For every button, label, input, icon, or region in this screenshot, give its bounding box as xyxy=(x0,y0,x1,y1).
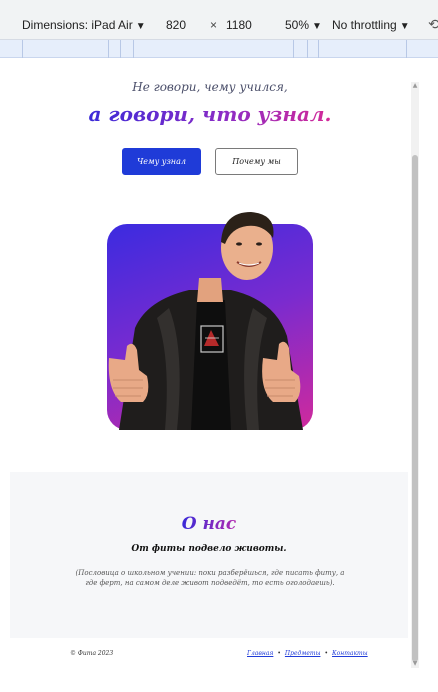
about-section: О нас От фиты подвело животы. (Пословица… xyxy=(10,472,408,638)
hero-title-text: а говори, что узнал. xyxy=(88,102,332,126)
emulated-viewport: Не говори, чему учился, а говори, что уз… xyxy=(0,58,438,692)
devtools-device-toolbar: Dimensions: iPad Air ▼ 820 × 1180 50% ▼ No… xyxy=(0,0,438,40)
scroll-down-icon[interactable]: ▼ xyxy=(411,660,419,668)
footer-separator: • xyxy=(324,650,328,657)
about-title: О нас xyxy=(10,514,408,534)
footer-link-subjects[interactable]: Предметы xyxy=(285,650,321,657)
throttling-label: No throttling xyxy=(332,18,397,32)
zoom-select[interactable]: 50% ▼ xyxy=(285,18,322,32)
scrollbar-thumb[interactable] xyxy=(412,155,418,662)
footer: © Фита 2023 Главная • Предметы • Контакт… xyxy=(0,648,420,668)
footer-link-contacts[interactable]: Контакты xyxy=(332,650,368,657)
about-subtitle: От фиты подвело животы. xyxy=(131,544,287,554)
ruler-tick xyxy=(133,40,134,58)
ruler-tick xyxy=(406,40,407,58)
media-query-ruler[interactable] xyxy=(0,40,438,58)
ruler-tick xyxy=(22,40,23,58)
hero-subtitle: Не говори, чему учился, xyxy=(132,80,288,94)
chevron-down-icon: ▼ xyxy=(135,21,146,32)
scroll-up-icon[interactable]: ▲ xyxy=(411,82,419,90)
rotate-icon[interactable]: ⟲ xyxy=(428,16,438,33)
about-title-text: О нас xyxy=(181,514,237,534)
dimension-separator: × xyxy=(210,18,218,32)
hero-photo xyxy=(107,208,313,430)
footer-link-home[interactable]: Главная xyxy=(247,650,273,657)
chevron-down-icon: ▼ xyxy=(312,21,322,32)
footer-nav: Главная • Предметы • Контакты xyxy=(247,650,368,657)
about-text: (Пословица о школьном учении: поки разбе… xyxy=(75,569,345,587)
person-thumbs-up-image xyxy=(108,212,303,430)
throttling-select[interactable]: No throttling ▼ xyxy=(332,18,410,32)
page-scrollbar[interactable]: ▲ ▼ xyxy=(411,82,419,668)
footer-copyright: © Фита 2023 xyxy=(70,650,114,657)
ruler-tick xyxy=(293,40,294,58)
device-width-input[interactable]: 820 xyxy=(166,18,186,32)
ruler-tick xyxy=(318,40,319,58)
ruler-tick xyxy=(108,40,109,58)
ruler-tick xyxy=(307,40,308,58)
footer-separator: • xyxy=(277,650,281,657)
hero-title: а говори, что узнал. xyxy=(0,102,420,126)
ruler-tick xyxy=(120,40,121,58)
device-dimensions-select[interactable]: Dimensions: iPad Air ▼ xyxy=(22,18,146,32)
device-height-input[interactable]: 1180 xyxy=(226,18,252,32)
chevron-down-icon: ▼ xyxy=(399,21,410,32)
why-us-button[interactable]: Почему мы xyxy=(215,148,298,175)
learned-button[interactable]: Чему узнал xyxy=(122,148,201,175)
device-dimensions-label: Dimensions: iPad Air xyxy=(22,18,133,32)
zoom-label: 50% xyxy=(285,18,310,32)
